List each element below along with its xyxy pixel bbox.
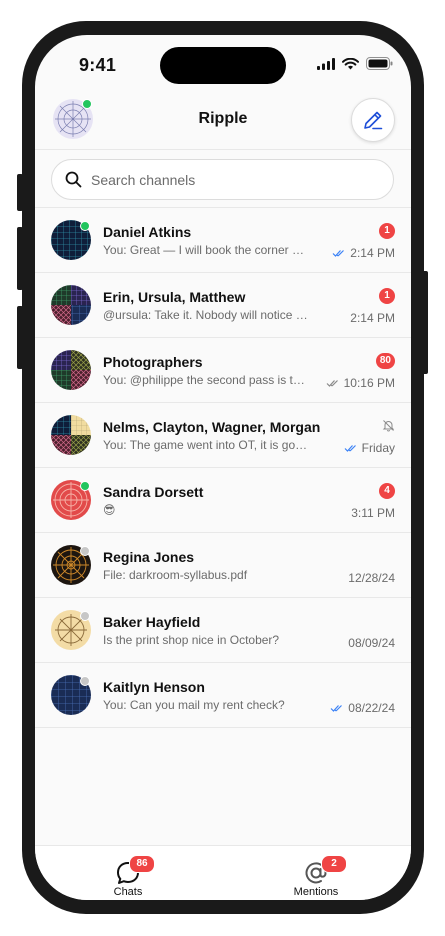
chat-preview: You: Great — I will book the corner boot… — [103, 243, 308, 257]
online-indicator — [82, 99, 92, 109]
chat-row[interactable]: Regina Jones File: darkroom-syllabus.pdf… — [35, 533, 411, 598]
phone-frame: 9:41 Ripple Search channels Daniel Atkin… — [22, 21, 424, 914]
chat-name: Photographers — [103, 354, 203, 370]
signal-icon — [317, 57, 335, 70]
unread-badge: 80 — [375, 353, 395, 369]
online-indicator — [80, 221, 90, 231]
offline-indicator — [80, 611, 90, 621]
chat-name: Sandra Dorsett — [103, 484, 204, 500]
group-avatar — [51, 285, 91, 325]
chat-time: 2:14 PM — [350, 246, 395, 260]
chat-time: 3:11 PM — [351, 506, 395, 520]
chat-row[interactable]: Kaitlyn Henson You: Can you mail my rent… — [35, 663, 411, 728]
online-indicator — [80, 481, 90, 491]
double-check-icon — [344, 444, 356, 452]
chat-row[interactable]: Sandra Dorsett 😎 4 3:11 PM — [35, 468, 411, 533]
chat-row[interactable]: Erin, Ursula, Matthew @ursula: Take it. … — [35, 273, 411, 338]
chat-row[interactable]: Baker Hayfield Is the print shop nice in… — [35, 598, 411, 663]
unread-badge: 1 — [379, 288, 395, 304]
status-time: 9:41 — [79, 55, 117, 75]
wifi-icon — [342, 57, 359, 69]
chat-meta: 12/28/24 — [348, 571, 395, 585]
offline-indicator — [80, 676, 90, 686]
chat-meta: 08/09/24 — [348, 636, 395, 650]
chat-preview: 😎 — [103, 503, 116, 517]
search-input[interactable] — [91, 171, 361, 188]
chat-time: Friday — [361, 441, 395, 455]
chat-preview: @ursula: Take it. Nobody will notice in … — [103, 308, 308, 322]
chat-name: Daniel Atkins — [103, 224, 192, 240]
tab-label: Mentions — [293, 886, 339, 898]
double-check-icon — [332, 249, 345, 257]
tab-mentions[interactable]: 2 Mentions — [286, 855, 347, 900]
chat-meta: 08/22/24 — [330, 701, 395, 715]
chat-list: Daniel Atkins You: Great — I will book t… — [35, 207, 411, 728]
chat-name: Baker Hayfield — [103, 614, 201, 630]
chat-time: 08/22/24 — [348, 701, 395, 715]
chat-meta: Friday — [344, 441, 395, 455]
search-bar[interactable] — [51, 159, 394, 200]
chat-preview: You: @philippe the second pass is the on… — [103, 373, 308, 387]
chat-row[interactable]: Daniel Atkins You: Great — I will book t… — [35, 208, 411, 273]
compose-button[interactable] — [351, 98, 395, 142]
tab-bar: 86 Chats 2 Mentions — [35, 845, 411, 900]
chat-name: Nelms, Clayton, Wagner, Morgan — [103, 419, 321, 435]
chat-preview: You: The game went into OT, it is going … — [103, 438, 308, 452]
dynamic-island — [160, 47, 286, 84]
tab-badge: 86 — [129, 855, 155, 873]
chat-meta: 10:16 PM — [326, 376, 395, 390]
pencil-icon — [364, 111, 383, 130]
chat-preview: File: darkroom-syllabus.pdf — [103, 568, 248, 582]
unread-badge: 4 — [379, 483, 395, 499]
group-avatar — [51, 415, 91, 455]
chat-preview: Is the print shop nice in October? — [103, 633, 280, 647]
chat-meta: 2:14 PM — [332, 246, 395, 260]
chat-row[interactable]: Photographers You: @philippe the second … — [35, 338, 411, 403]
offline-indicator — [80, 546, 90, 556]
double-check-icon — [326, 379, 338, 387]
chat-name: Kaitlyn Henson — [103, 679, 205, 695]
chat-time: 08/09/24 — [348, 636, 395, 650]
chat-meta: 3:11 PM — [351, 506, 395, 520]
group-avatar — [51, 350, 91, 390]
tab-chats[interactable]: 86 Chats — [98, 855, 158, 900]
app-header: Ripple — [35, 95, 411, 150]
chat-time: 12/28/24 — [348, 571, 395, 585]
screen: 9:41 Ripple Search channels Daniel Atkin… — [35, 35, 411, 900]
tab-label: Chats — [113, 886, 143, 898]
chat-name: Regina Jones — [103, 549, 195, 565]
double-check-icon — [330, 704, 343, 712]
unread-badge: 1 — [379, 223, 395, 239]
chat-time: 2:14 PM — [350, 311, 395, 325]
tab-badge: 2 — [321, 855, 347, 873]
muted-bell-icon — [382, 419, 395, 437]
chat-time: 10:16 PM — [343, 376, 395, 390]
battery-icon — [366, 57, 393, 70]
chat-meta: 2:14 PM — [350, 311, 395, 325]
search-icon — [65, 171, 82, 188]
status-bar: 9:41 — [35, 35, 411, 95]
chat-name: Erin, Ursula, Matthew — [103, 289, 246, 305]
chat-preview: You: Can you mail my rent check? — [103, 698, 285, 712]
status-icons — [317, 57, 393, 70]
chat-row[interactable]: Nelms, Clayton, Wagner, Morgan You: The … — [35, 403, 411, 468]
